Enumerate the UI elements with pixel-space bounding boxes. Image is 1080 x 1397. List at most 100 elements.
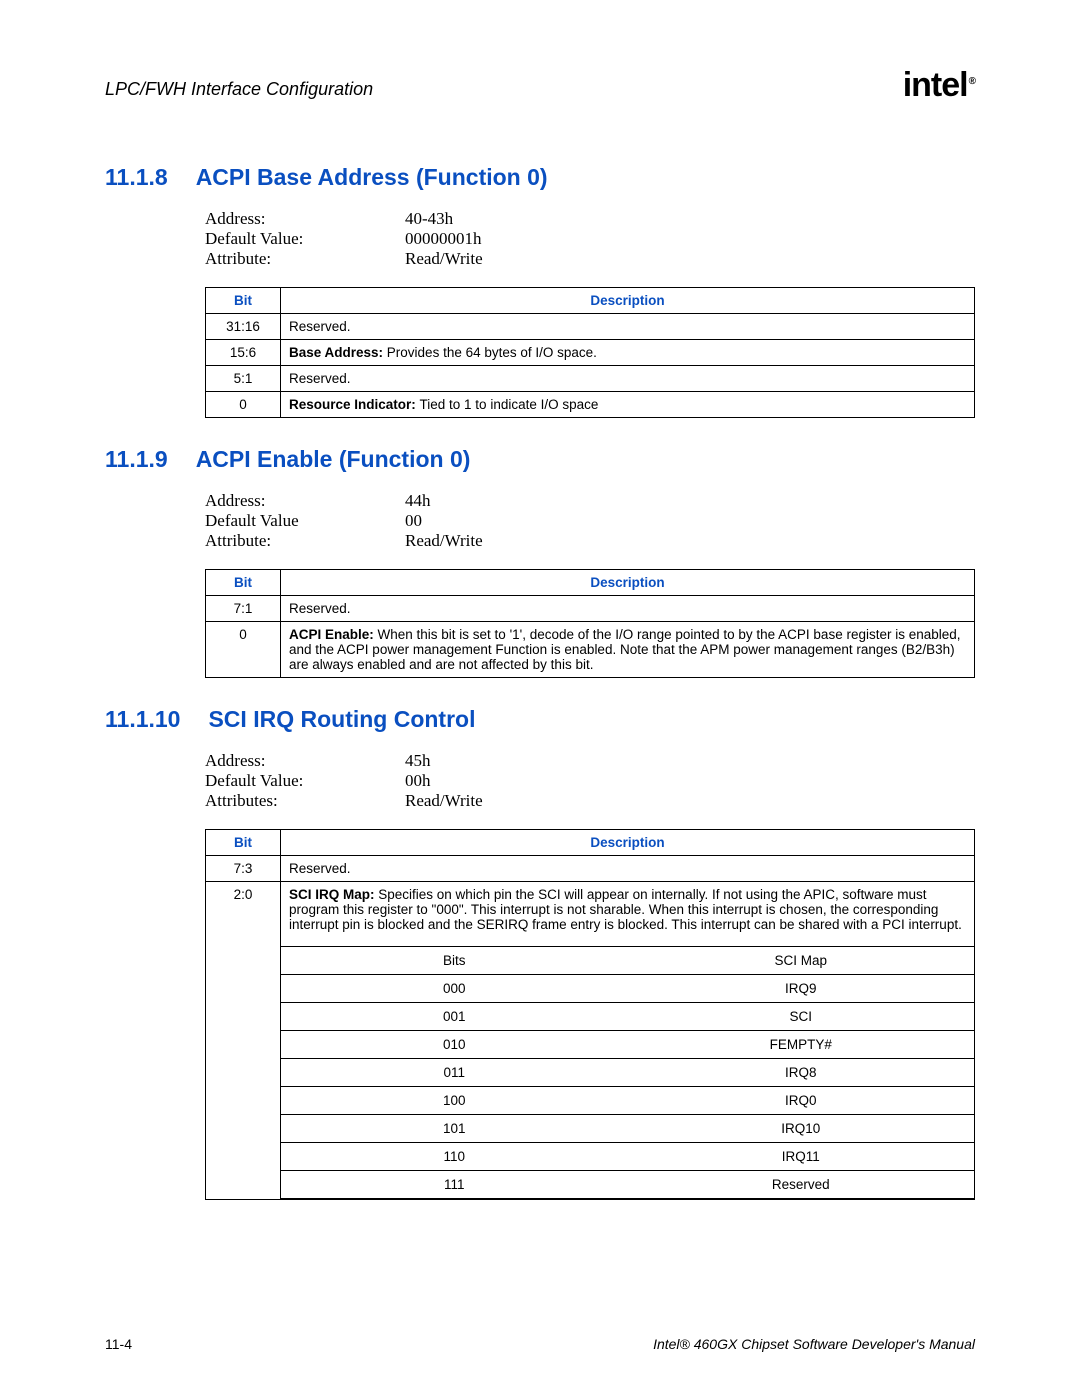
- table-row: 7:3 Reserved.: [206, 856, 975, 882]
- sub-row: 010FEMPTY#: [281, 1031, 974, 1059]
- desc-cell-nested: SCI IRQ Map: Specifies on which pin the …: [281, 882, 975, 1200]
- section-heading-1119: 11.1.9 ACPI Enable (Function 0): [105, 446, 975, 473]
- section-heading-11110: 11.1.10 SCI IRQ Routing Control: [105, 706, 975, 733]
- sub-cell: 110: [281, 1143, 628, 1171]
- attr-label: Address:: [205, 751, 405, 771]
- table-row: 0ACPI Enable: When this bit is set to '1…: [206, 622, 975, 678]
- sub-cell: IRQ8: [628, 1059, 975, 1087]
- footer-manual-title: Intel® 460GX Chipset Software Developer'…: [653, 1336, 975, 1352]
- desc-text: Provides the 64 bytes of I/O space.: [387, 345, 597, 360]
- table-row: 7:1 Reserved.: [206, 596, 975, 622]
- th-desc: Description: [281, 570, 975, 596]
- attr-label: Default Value:: [205, 771, 405, 791]
- desc-cell: Resource Indicator: Tied to 1 to indicat…: [281, 392, 975, 418]
- desc-text: Reserved.: [289, 861, 351, 876]
- attr-label: Default Value:: [205, 229, 405, 249]
- sub-row: 111Reserved: [281, 1171, 974, 1199]
- sub-row: 110IRQ11: [281, 1143, 974, 1171]
- sub-cell: 011: [281, 1059, 628, 1087]
- sub-row: 000IRQ9: [281, 975, 974, 1003]
- sub-cell: SCI: [628, 1003, 975, 1031]
- sub-th: Bits: [281, 947, 628, 975]
- sub-cell: IRQ0: [628, 1087, 975, 1115]
- bit-cell: 0: [206, 622, 281, 678]
- attr-value: Read/Write: [405, 531, 483, 551]
- page: LPC/FWH Interface Configuration intel® 1…: [0, 0, 1080, 1397]
- desc-text: When this bit is set to '1', decode of t…: [289, 627, 961, 672]
- section-title: SCI IRQ Routing Control: [208, 706, 475, 733]
- attr-value: Read/Write: [405, 249, 483, 269]
- bit-cell: 5:1: [206, 366, 281, 392]
- intel-logo: intel®: [903, 66, 975, 105]
- bit-cell: 31:16: [206, 314, 281, 340]
- bit-table-11110: Bit Description 7:3 Reserved. 2:0 SCI IRQ…: [205, 829, 975, 1200]
- desc-bold: ACPI Enable:: [289, 627, 378, 642]
- th-bit: Bit: [206, 288, 281, 314]
- bit-cell: 7:3: [206, 856, 281, 882]
- desc-cell: ACPI Enable: When this bit is set to '1'…: [281, 622, 975, 678]
- table-row: 15:6Base Address: Provides the 64 bytes …: [206, 340, 975, 366]
- section-title: ACPI Base Address (Function 0): [196, 164, 548, 191]
- attr-list-11110: Address:45h Default Value:00h Attributes…: [205, 751, 975, 811]
- desc-cell: Base Address: Provides the 64 bytes of I…: [281, 340, 975, 366]
- desc-text: Specifies on which pin the SCI will appe…: [289, 887, 962, 932]
- page-header: LPC/FWH Interface Configuration intel®: [105, 70, 975, 109]
- section-number: 11.1.9: [105, 446, 168, 473]
- desc-bold: Base Address:: [289, 345, 387, 360]
- attr-label: Attributes:: [205, 791, 405, 811]
- table-row: 0Resource Indicator: Tied to 1 to indica…: [206, 392, 975, 418]
- bit-cell: 7:1: [206, 596, 281, 622]
- desc-cell: Reserved.: [281, 366, 975, 392]
- sub-cell: 000: [281, 975, 628, 1003]
- intel-logo-reg: ®: [969, 76, 975, 87]
- section-title: ACPI Enable (Function 0): [196, 446, 471, 473]
- sub-row: 001SCI: [281, 1003, 974, 1031]
- bit-cell: 0: [206, 392, 281, 418]
- sub-cell: IRQ11: [628, 1143, 975, 1171]
- sub-row: 011IRQ8: [281, 1059, 974, 1087]
- table-row: 2:0 SCI IRQ Map: Specifies on which pin …: [206, 882, 975, 1200]
- footer-page-number: 11-4: [105, 1336, 132, 1352]
- sub-cell: Reserved: [628, 1171, 975, 1199]
- sub-th: SCI Map: [628, 947, 975, 975]
- desc-bold: SCI IRQ Map:: [289, 887, 378, 902]
- sub-cell: 111: [281, 1171, 628, 1199]
- section-number: 11.1.8: [105, 164, 168, 191]
- sub-cell: IRQ10: [628, 1115, 975, 1143]
- sub-cell: IRQ9: [628, 975, 975, 1003]
- sub-cell: 100: [281, 1087, 628, 1115]
- sub-row: 100IRQ0: [281, 1087, 974, 1115]
- th-bit: Bit: [206, 570, 281, 596]
- sub-cell: FEMPTY#: [628, 1031, 975, 1059]
- sci-map-table: BitsSCI Map 000IRQ9 001SCI 010FEMPTY# 01…: [281, 946, 974, 1199]
- desc-text: Tied to 1 to indicate I/O space: [420, 397, 599, 412]
- desc-cell: Reserved.: [281, 314, 975, 340]
- desc-text: Reserved.: [289, 601, 351, 616]
- sub-cell: 101: [281, 1115, 628, 1143]
- attr-value: 00: [405, 511, 422, 531]
- sub-header-row: BitsSCI Map: [281, 947, 974, 975]
- bit-cell: 15:6: [206, 340, 281, 366]
- attr-value: 00h: [405, 771, 431, 791]
- attr-value: 00000001h: [405, 229, 482, 249]
- section-heading-1118: 11.1.8 ACPI Base Address (Function 0): [105, 164, 975, 191]
- attr-label: Attribute:: [205, 531, 405, 551]
- page-footer: 11-4 Intel® 460GX Chipset Software Devel…: [105, 1336, 975, 1352]
- th-bit: Bit: [206, 830, 281, 856]
- sub-cell: 001: [281, 1003, 628, 1031]
- table-row: 5:1 Reserved.: [206, 366, 975, 392]
- attr-value: 45h: [405, 751, 431, 771]
- sub-cell: 010: [281, 1031, 628, 1059]
- th-desc: Description: [281, 288, 975, 314]
- attr-list-1119: Address:44h Default Value00 Attribute:Re…: [205, 491, 975, 551]
- table-row: 31:16Reserved.: [206, 314, 975, 340]
- attr-list-1118: Address:40-43h Default Value:00000001h A…: [205, 209, 975, 269]
- bit-table-1118: Bit Description 31:16Reserved. 15:6Base …: [205, 287, 975, 418]
- attr-label: Default Value: [205, 511, 405, 531]
- attr-value: 44h: [405, 491, 431, 511]
- desc-text: Reserved.: [289, 371, 351, 386]
- desc-cell: Reserved.: [281, 596, 975, 622]
- header-title: LPC/FWH Interface Configuration: [105, 79, 373, 100]
- bit-table-1119: Bit Description 7:1Reserved. 0ACPI Enabl…: [205, 569, 975, 678]
- th-desc: Description: [281, 830, 975, 856]
